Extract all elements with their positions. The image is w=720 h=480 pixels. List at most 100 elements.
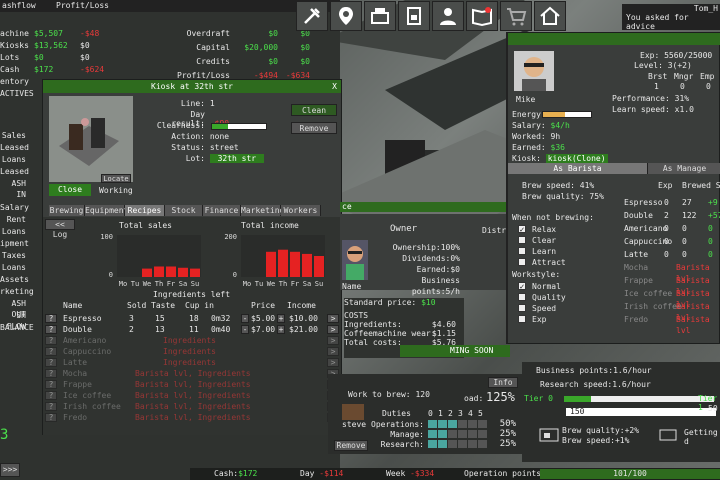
duty-level-cell[interactable] [428,440,437,448]
price-decrease-button[interactable]: - [241,314,249,323]
duty-level-cell[interactable] [478,430,487,438]
price-increase-button[interactable]: + [277,314,285,323]
recipe-help-button[interactable]: ? [45,380,57,389]
tools-button[interactable] [296,1,328,31]
recipe-row[interactable]: ?FrappeBarista lvl, Ingredients> [43,379,341,390]
tab-barista[interactable]: As Barista [508,163,648,174]
price-increase-button[interactable]: + [277,325,285,334]
close-icon[interactable]: X [332,80,337,93]
owner-title-bar: ce [340,202,510,212]
person-button[interactable] [432,1,464,31]
option-row[interactable]: ✓ Normal [518,281,608,292]
duty-level-cell[interactable] [428,430,437,438]
tab-equipment[interactable]: Equipment [85,205,128,216]
option-checkbox[interactable] [518,315,526,323]
option-row[interactable]: Speed [518,303,608,314]
tab-finance[interactable]: Finance [203,205,241,216]
remove-worker-button[interactable]: Remove [334,440,368,451]
recipe-help-button[interactable]: ? [45,413,57,422]
coffee-machine-button[interactable] [398,1,430,31]
recipe-help-button[interactable]: ? [45,314,57,323]
home-button[interactable] [534,1,566,31]
duty-level-cell[interactable] [448,430,457,438]
duty-level-cell[interactable] [438,420,447,428]
register-button[interactable] [364,1,396,31]
price-decrease-button[interactable]: - [241,325,249,334]
tab-stock[interactable]: Stock [165,205,203,216]
option-row[interactable]: ✓ Relax [518,224,608,235]
chat-toggle-button[interactable]: >>> [0,463,20,477]
tab-brewing[interactable]: Brewing [49,205,85,216]
duty-level-cell[interactable] [458,440,467,448]
option-checkbox[interactable] [518,247,526,255]
option-row[interactable]: Quality [518,292,608,303]
option-checkbox[interactable]: ✓ [518,225,526,234]
duty-level-cell[interactable] [468,430,477,438]
tab-workers[interactable]: Workers [281,205,321,216]
recipe-go-button[interactable]: > [327,358,339,367]
recipe-help-button[interactable]: ? [45,369,57,378]
clearness-bar [211,123,267,130]
recipe-go-button[interactable]: > [327,314,339,323]
close-kiosk-button[interactable]: Close [49,184,91,196]
option-checkbox[interactable] [518,236,526,244]
advice-notice[interactable]: Tom_H You asked for advice [622,4,720,31]
recipe-row[interactable]: ? Americano Ingredients > [43,335,341,346]
energy-bar [542,111,592,118]
duty-level-cell[interactable] [438,440,447,448]
option-checkbox[interactable] [518,304,526,312]
duty-level-cell[interactable] [458,420,467,428]
duty-level-cell[interactable] [478,420,487,428]
clean-button[interactable]: Clean [291,104,337,116]
tab-manager[interactable]: As Manage [648,163,720,174]
duty-level-cell[interactable] [448,420,457,428]
info-button[interactable]: Info [488,377,518,388]
recipe-row[interactable]: ? Cappuccino Ingredients > [43,346,341,357]
recipe-row[interactable]: ?FredoBarista lvl, Ingredients> [43,412,341,423]
worker-kiosk-link[interactable]: kiosk(Clone) [545,154,608,163]
tab-recipes[interactable]: Recipes [125,205,165,216]
option-row[interactable]: Clear [518,235,608,246]
duty-level-cell[interactable] [458,430,467,438]
tab-marketing[interactable]: Marketing [241,205,284,216]
recipe-help-button[interactable]: ? [45,391,57,400]
map-pin-button[interactable] [330,1,362,31]
recipe-help-button[interactable]: ? [45,336,57,345]
duty-level-cell[interactable] [428,420,437,428]
owner-earned-value: $0 [450,265,460,274]
recipe-row[interactable]: ? Double 2 13 11 0m40 - $7.00 + $21.00 > [43,324,341,335]
asset-label: Lots [0,53,20,62]
duty-level-cell[interactable] [448,440,457,448]
remove-kiosk-button[interactable]: Remove [291,122,337,134]
recipe-help-button[interactable]: ? [45,325,57,334]
recipe-go-button[interactable]: > [327,325,339,334]
recipe-help-button[interactable]: ? [45,402,57,411]
status-week-value: -$334 [410,469,435,478]
duty-level-cell[interactable] [468,420,477,428]
drink-speed: 0 [708,237,713,246]
machine-icon [538,426,560,444]
recipe-help-button[interactable]: ? [45,347,57,356]
duty-level-cell[interactable] [438,430,447,438]
duty-level-cell[interactable] [478,440,487,448]
cashflow-label: Loans [1,155,26,164]
recipe-row[interactable]: ?MochaBarista lvl, Ingredients> [43,368,341,379]
recipe-help-button[interactable]: ? [45,358,57,367]
recipe-go-button[interactable]: > [327,336,339,345]
recipe-row[interactable]: ? Espresso 3 15 18 0m32 - $5.00 + $10.00 > [43,313,341,324]
option-checkbox[interactable]: ✓ [518,282,526,291]
option-row[interactable]: Learn [518,246,608,257]
option-row[interactable]: Exp [518,314,608,325]
book-button[interactable] [466,1,498,31]
option-checkbox[interactable] [518,258,526,266]
option-row[interactable]: Attract [518,257,608,268]
lot-button[interactable]: 32th str [209,154,264,163]
cart-button[interactable] [500,1,532,31]
recipe-row[interactable]: ?Irish coffeeBarista lvl, Ingredients> [43,401,341,412]
locate-button[interactable]: Locate [101,174,131,183]
duty-level-cell[interactable] [468,440,477,448]
recipe-go-button[interactable]: > [327,347,339,356]
recipe-row[interactable]: ?Ice coffeeBarista lvl, Ingredients> [43,390,341,401]
recipe-row[interactable]: ? Latte Ingredients > [43,357,341,368]
option-checkbox[interactable] [518,293,526,301]
